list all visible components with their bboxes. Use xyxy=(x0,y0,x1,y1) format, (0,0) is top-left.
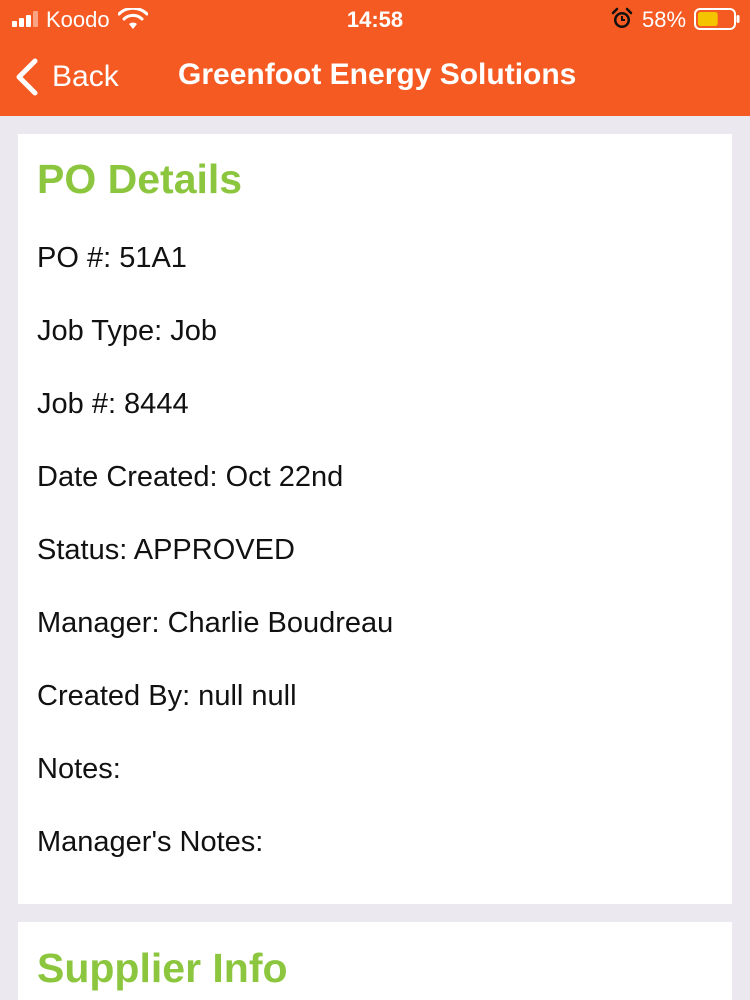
alarm-icon xyxy=(611,7,633,28)
job-number: Job #: 8444 xyxy=(37,388,189,420)
battery-percent: 58% xyxy=(642,7,687,32)
manager: Manager: Charlie Boudreau xyxy=(37,607,394,639)
po-status: Status: APPROVED xyxy=(37,534,295,566)
po-number: PO #: 51A1 xyxy=(37,242,187,274)
notes: Notes: xyxy=(37,753,121,785)
date-created: Date Created: Oct 22nd xyxy=(37,461,344,493)
page-title: Greenfoot Energy Solutions xyxy=(178,58,577,91)
back-label: Back xyxy=(52,60,119,93)
chevron-left-icon xyxy=(16,58,38,96)
navigation-bar: Back Greenfoot Energy Solutions xyxy=(0,38,750,116)
app-header: Koodo 14:58 58% Back Greenfoot Energy So… xyxy=(0,0,750,116)
battery-icon xyxy=(694,8,740,30)
po-details-card: PO Details PO #: 51A1 Job Type: Job Job … xyxy=(18,134,732,904)
status-time: 14:58 xyxy=(346,7,404,32)
supplier-info-card: Supplier Info xyxy=(18,922,732,1000)
managers-notes: Manager's Notes: xyxy=(37,826,264,858)
job-type: Job Type: Job xyxy=(37,315,218,347)
status-bar: Koodo 14:58 58% xyxy=(0,0,750,38)
supplier-info-heading: Supplier Info xyxy=(37,945,288,991)
back-button[interactable]: Back xyxy=(14,56,119,98)
created-by: Created By: null null xyxy=(37,680,297,712)
po-details-heading: PO Details xyxy=(37,156,243,202)
